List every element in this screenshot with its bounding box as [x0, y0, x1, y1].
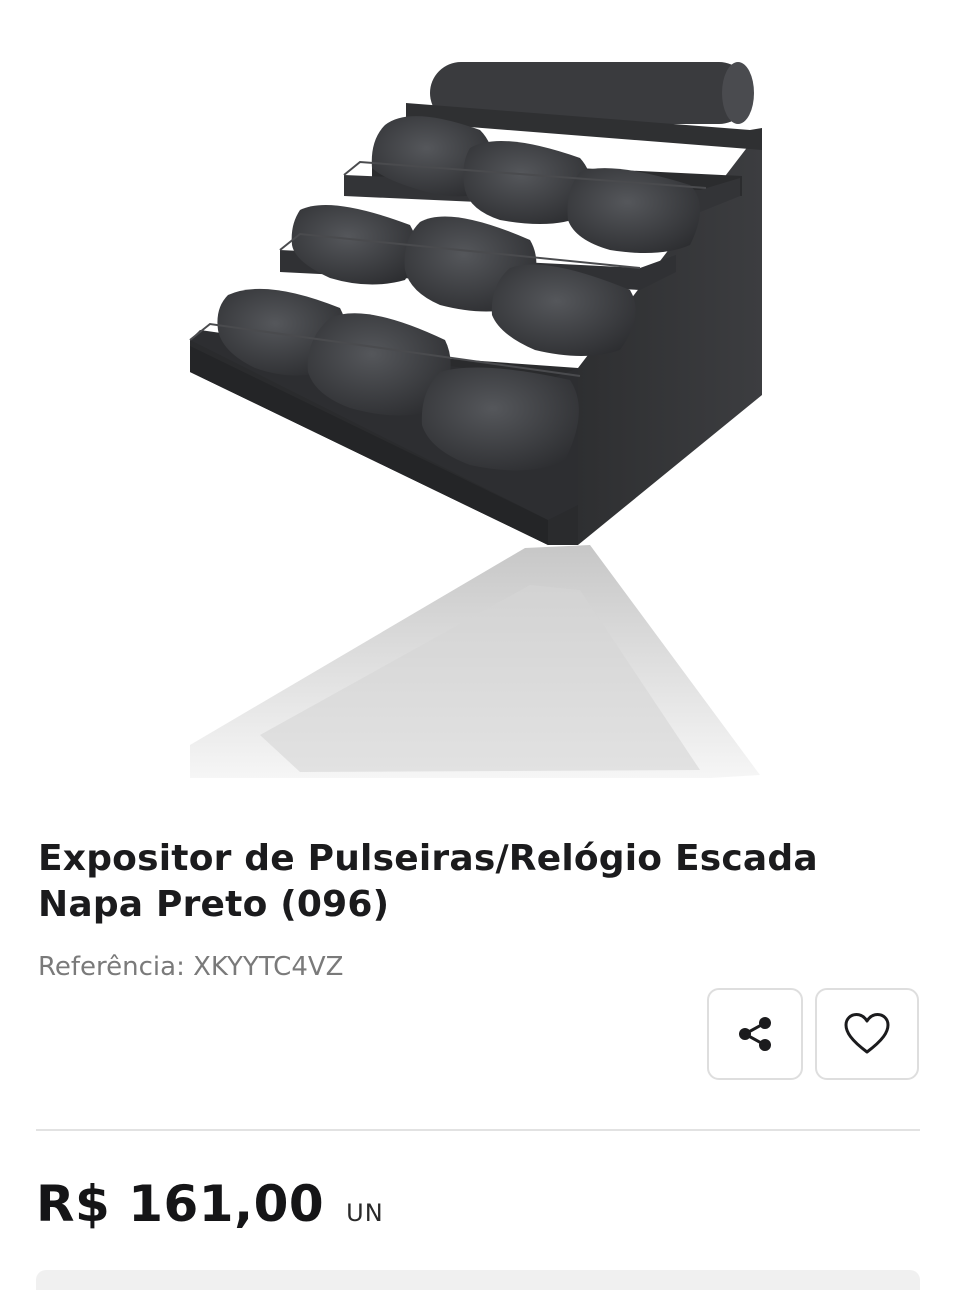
heart-icon [844, 1013, 890, 1054]
favorite-button[interactable] [815, 988, 919, 1080]
product-title: Expositor de Pulseiras/Relógio Escada Na… [38, 838, 818, 925]
product-image[interactable] [0, 0, 956, 800]
product-reference: Referência: XKYYTC4VZ [38, 952, 344, 982]
product-price: R$ 161,00 [36, 1175, 325, 1233]
watch-display-stand-image [189, 62, 762, 778]
price-unit: UN [346, 1199, 384, 1227]
share-button[interactable] [707, 988, 803, 1080]
bottom-action-bar[interactable] [36, 1270, 920, 1290]
share-icon [739, 1017, 771, 1051]
divider [36, 1129, 920, 1131]
price-row: R$ 161,00 UN [36, 1172, 384, 1236]
